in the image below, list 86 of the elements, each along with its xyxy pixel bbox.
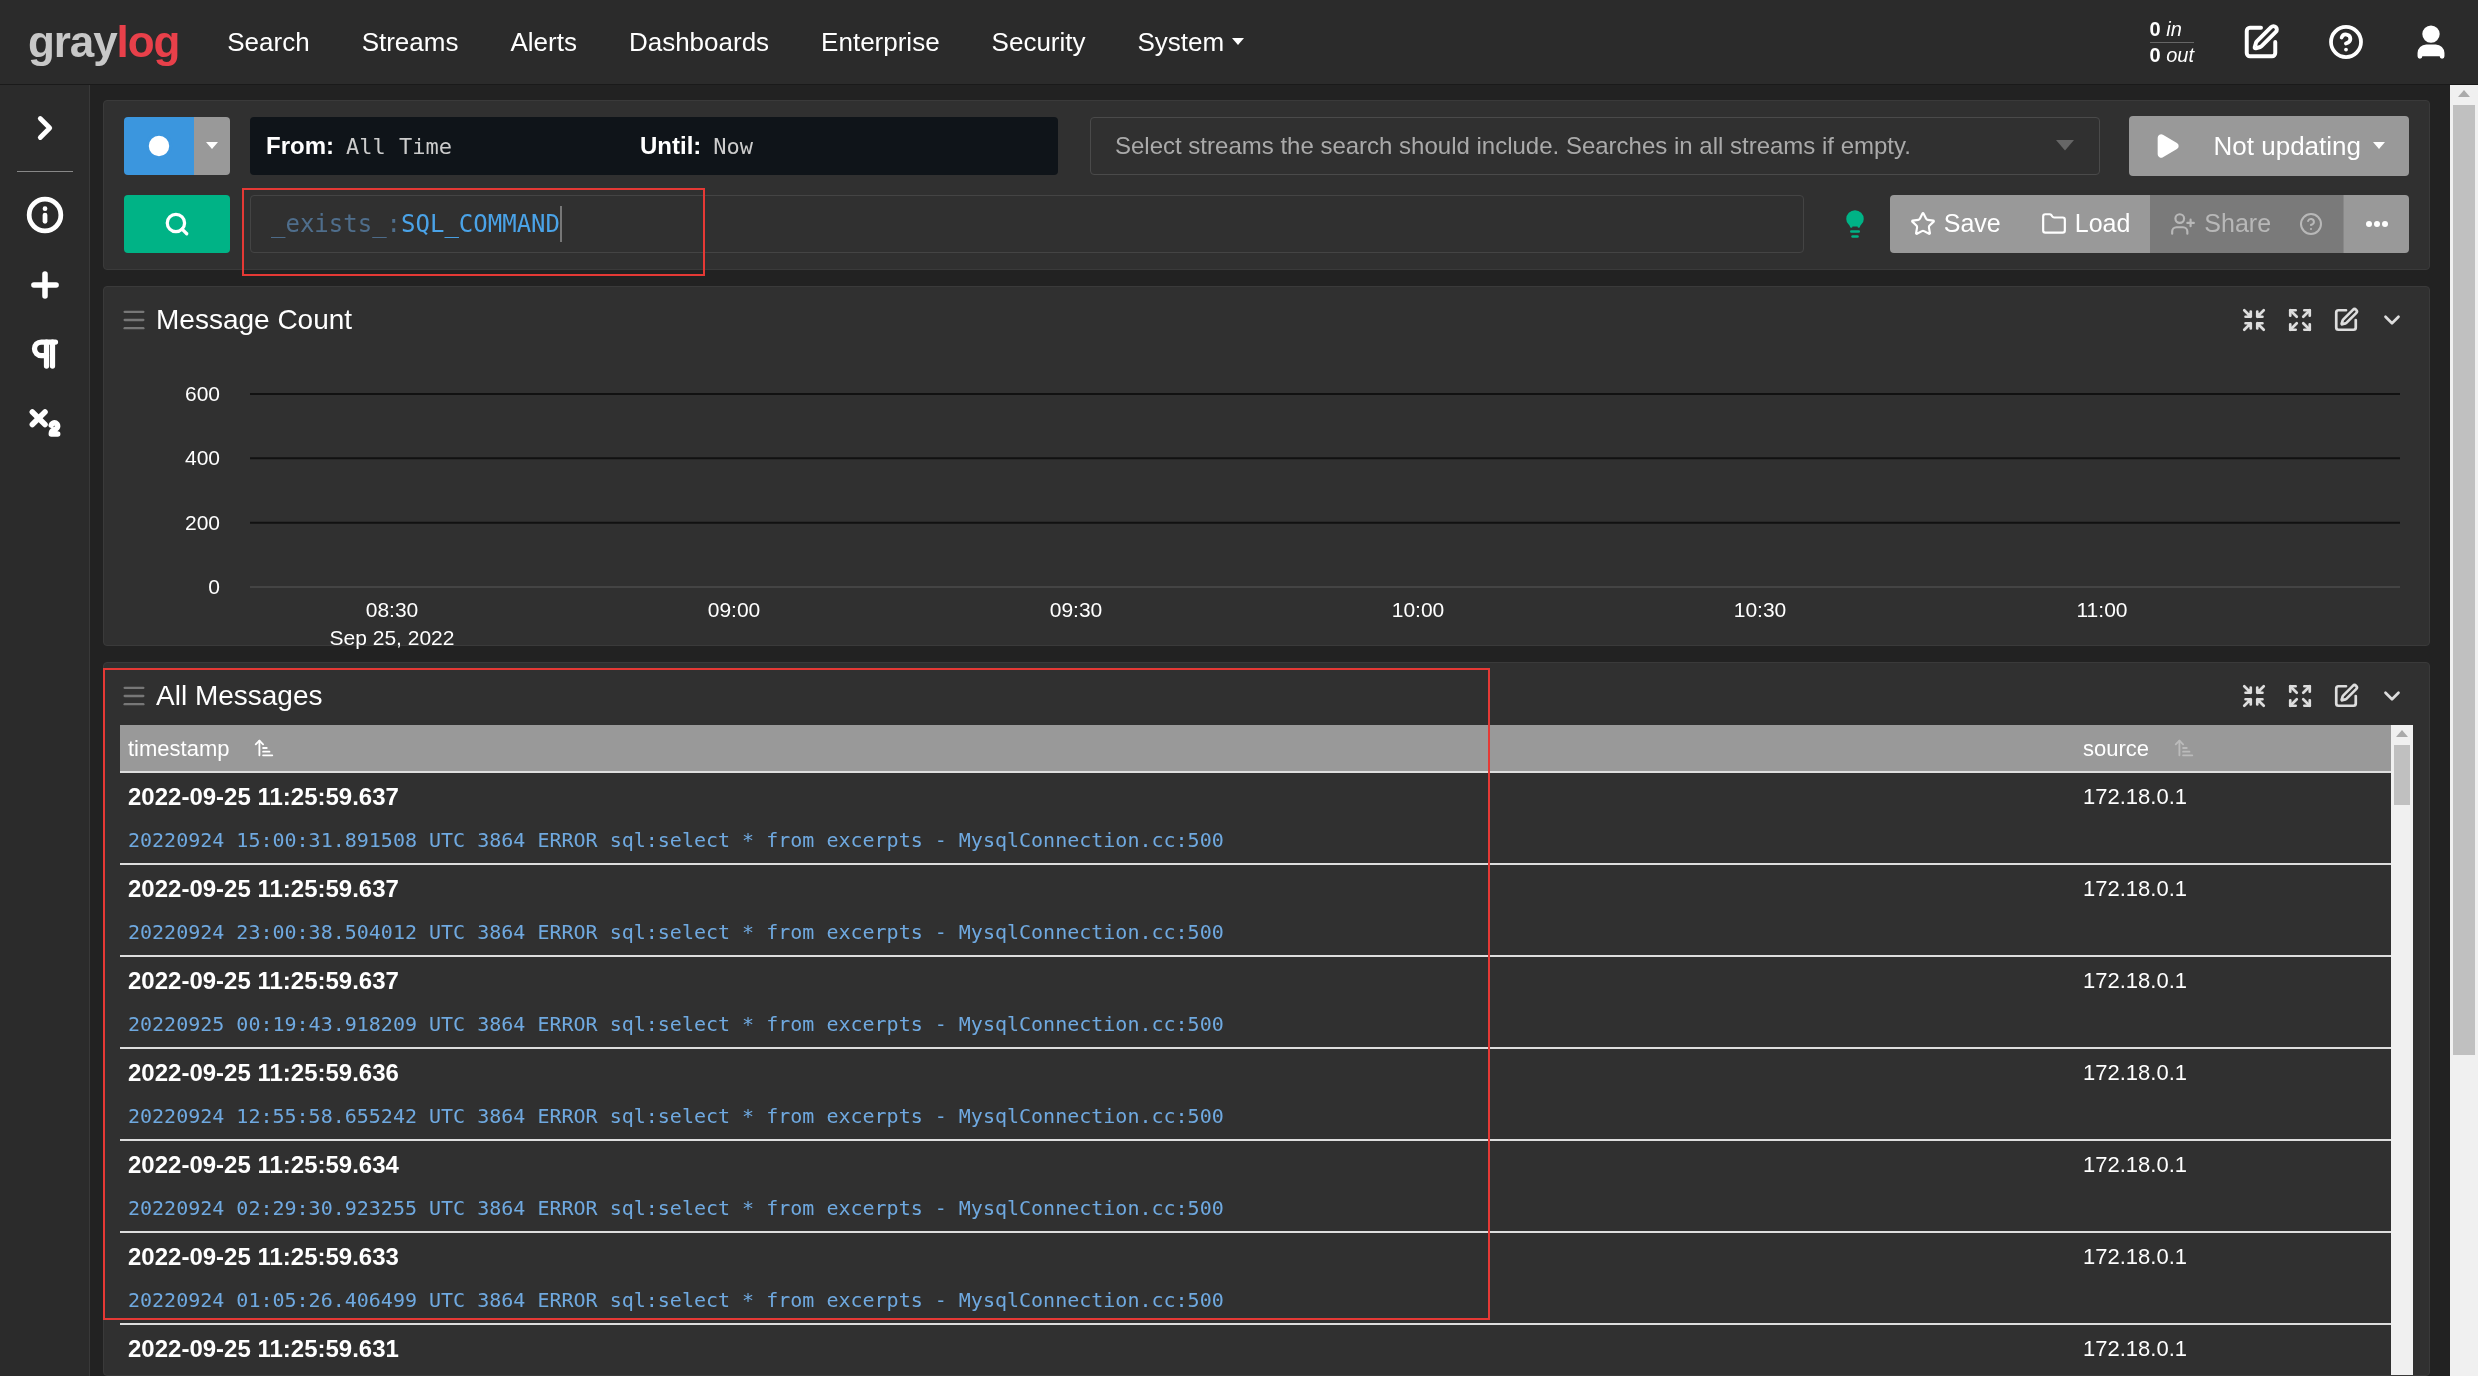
shrink-button[interactable]	[2241, 683, 2267, 709]
source-cell-text: 172.18.0.1	[2083, 1059, 2188, 1087]
expand-button[interactable]	[2287, 683, 2313, 709]
scroll-up-icon	[2458, 89, 2470, 97]
x-tick-label: 08:30	[365, 598, 419, 621]
search-button[interactable]	[124, 195, 230, 253]
nav-link[interactable]: System	[1137, 22, 1245, 62]
table-scrollbar[interactable]	[2391, 725, 2413, 1375]
source-cell-text: 172.18.0.1	[2083, 1151, 2188, 1179]
page-scrollbar[interactable]	[2450, 85, 2478, 1376]
shrink-button[interactable]	[2241, 307, 2267, 333]
nav-link[interactable]: Search	[227, 22, 310, 62]
edit-icon	[2242, 23, 2280, 61]
sort-icon[interactable]	[253, 737, 276, 759]
help-icon	[2328, 24, 2364, 60]
message-text: 20220924 01:05:26.406499 UTC 3864 ERROR sql:select * from excerpts - MysqlConnection.cc:500	[128, 1287, 1225, 1314]
edit-button[interactable]	[2333, 307, 2359, 333]
dropdown-caret-icon	[2055, 140, 2075, 152]
x-tick-label: 09:30	[1049, 598, 1103, 621]
user-plus-icon	[2170, 211, 2197, 237]
nav-link[interactable]: Streams	[361, 22, 459, 62]
help-button[interactable]	[2328, 24, 2364, 60]
panel-title: All Messages	[156, 679, 323, 713]
from-label: From:	[266, 131, 334, 161]
help-icon	[2299, 212, 2324, 236]
streams-select[interactable]: Select streams the search should include. Searches in all streams if empty.	[1090, 117, 2100, 175]
from-value: All Time	[346, 132, 453, 161]
timestamp-cell-text: 2022-09-25 11:25:59.637	[128, 783, 400, 811]
until-value: Now	[713, 132, 754, 161]
source-cell-text: 172.18.0.1	[2083, 875, 2188, 903]
caret-icon	[206, 142, 218, 150]
message-text: 20220924 12:55:58.655242 UTC 3864 ERROR sql:select * from excerpts - MysqlConnection.cc:500	[128, 1103, 1225, 1130]
y-tick-label: 200	[184, 510, 220, 534]
y-tick-label: 0	[208, 575, 220, 598]
scrollbar-thumb[interactable]	[2394, 745, 2410, 805]
source-cell-text: 172.18.0.1	[2083, 967, 2188, 995]
throughput-counter: 0 out	[2149, 42, 2194, 68]
timestamp-cell-text: 2022-09-25 11:25:59.631	[128, 1335, 400, 1363]
timestamp-cell-text: 2022-09-25 11:25:59.633	[128, 1243, 400, 1271]
timestamp-cell-text: 2022-09-25 11:25:59.636	[128, 1059, 400, 1087]
message-text: 20220924 23:00:38.504012 UTC 3864 ERROR sql:select * from excerpts - MysqlConnection.cc:500	[128, 919, 1225, 946]
edit-button[interactable]	[2333, 683, 2359, 709]
folder-icon	[2040, 211, 2067, 237]
nav-link[interactable]: Security	[991, 22, 1086, 62]
scroll-up-icon	[2396, 729, 2408, 737]
logo[interactable]: graylog	[28, 20, 180, 64]
source-cell-text: 172.18.0.1	[2083, 1243, 2188, 1271]
time-range-button[interactable]	[124, 117, 194, 175]
info-button[interactable]	[25, 196, 64, 234]
message-text: 20220924 15:00:31.891508 UTC 3864 ERROR sql:select * from excerpts - MysqlConnection.cc:500	[128, 827, 1225, 854]
x-tick-label: 11:00	[2076, 598, 2128, 621]
source-cell-text: 172.18.0.1	[2083, 783, 2188, 811]
y-tick-label: 600	[184, 382, 220, 405]
message-text: 20220924 02:29:30.923255 UTC 3864 ERROR sql:select * from excerpts - MysqlConnection.cc:500	[128, 1195, 1225, 1222]
timestamp-cell-text: 2022-09-25 11:25:59.637	[128, 967, 400, 995]
x-tick-label: 09:00	[707, 598, 761, 621]
ellipsis-icon	[2365, 221, 2388, 227]
panel-title: Message Count	[156, 303, 353, 337]
throughput-counter: 0 in	[2149, 16, 2194, 43]
caret-icon	[2373, 142, 2385, 150]
y-tick-label: 400	[184, 446, 220, 470]
scrollbar-thumb[interactable]	[2453, 105, 2475, 1055]
edit-icon	[2333, 683, 2359, 709]
query-field[interactable]: _exists_:SQL_COMMAND	[250, 195, 1804, 253]
edit-button[interactable]	[2242, 23, 2280, 61]
edit-icon	[2333, 307, 2359, 333]
expand-icon	[2287, 683, 2313, 709]
timestamp-cell-text: 2022-09-25 11:25:59.637	[128, 875, 400, 903]
message-text: 20220925 00:19:43.918209 UTC 3864 ERROR sql:select * from excerpts - MysqlConnection.cc:500	[128, 1011, 1225, 1038]
timestamp-cell-text: 2022-09-25 11:25:59.634	[128, 1151, 400, 1179]
x-tick-label: 10:00	[1391, 598, 1445, 621]
source-cell-text: 172.18.0.1	[2083, 1335, 2188, 1363]
nav-link[interactable]: Enterprise	[821, 22, 940, 62]
info-icon	[25, 196, 64, 234]
nav-link[interactable]: Alerts	[510, 22, 577, 62]
star-icon	[1909, 211, 1936, 237]
until-label: Until:	[640, 131, 702, 161]
expand-icon	[2287, 307, 2313, 333]
expand-button[interactable]	[2287, 307, 2313, 333]
shrink-icon	[2241, 307, 2267, 333]
nav-link[interactable]: Dashboards	[628, 22, 770, 62]
shrink-icon	[2241, 683, 2267, 709]
time-range-display[interactable]: From: All Time Until: Now	[250, 117, 1058, 175]
date-label: Sep 25, 2022	[329, 626, 455, 649]
search-icon	[164, 211, 190, 237]
x-tick-label: 10:30	[1733, 598, 1787, 621]
